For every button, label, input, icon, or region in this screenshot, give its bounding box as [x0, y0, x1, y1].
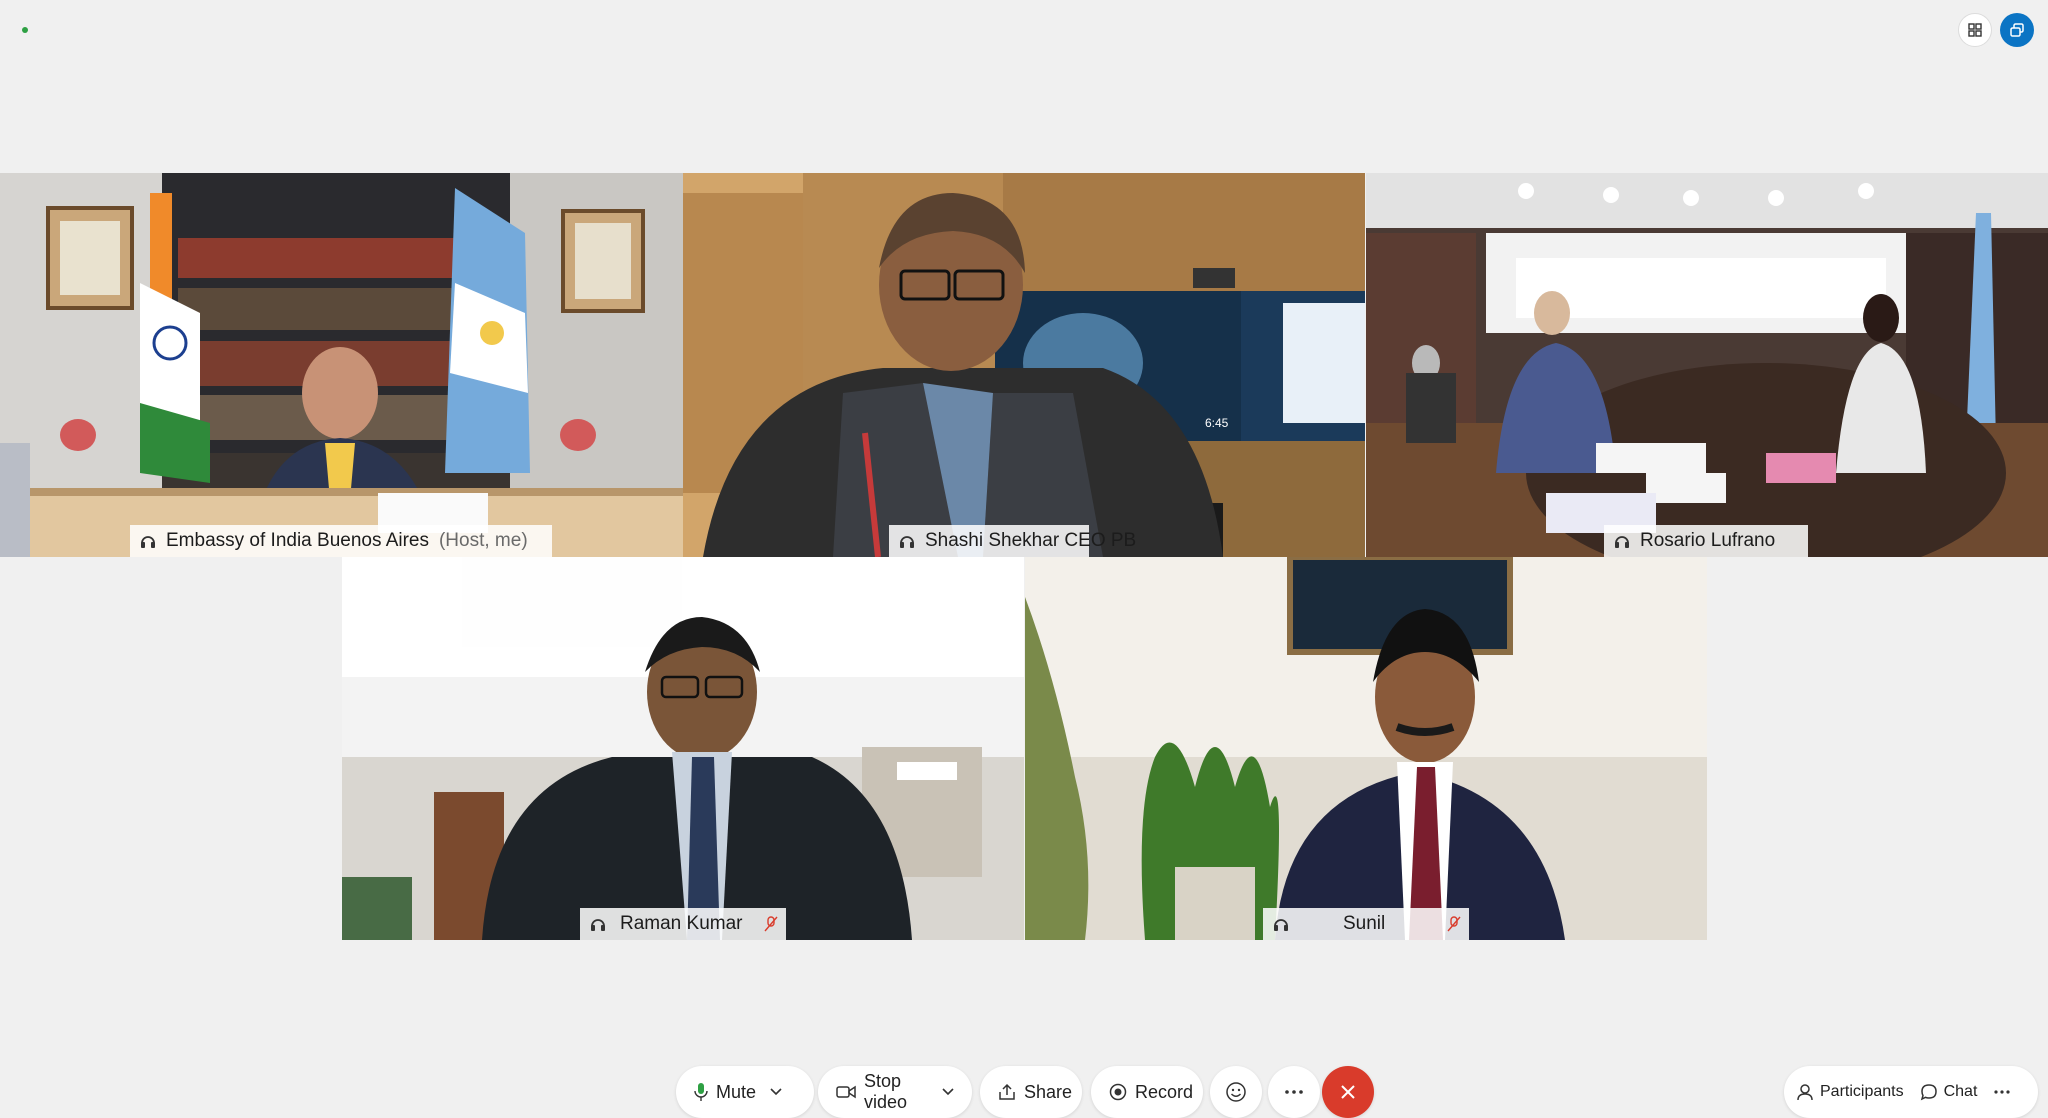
- participant-role: (Host, me): [438, 530, 528, 551]
- participant-name: Shashi Shekhar CEO PB: [925, 530, 1137, 551]
- panel-more-button[interactable]: [1993, 1089, 2011, 1095]
- video-feed-shashi-shekhar: 6:45: [683, 173, 1365, 557]
- participant-name: Sunil: [1343, 913, 1386, 934]
- participant-name-tag: Raman Kumar: [580, 908, 786, 940]
- muted-mic-icon: [764, 916, 778, 932]
- chat-label: Chat: [1943, 1083, 1978, 1100]
- chat-bubble-icon: [1920, 1084, 1937, 1101]
- more-options-button[interactable]: [1268, 1066, 1320, 1118]
- layout-button[interactable]: [1958, 13, 1992, 47]
- participant-name: Raman Kumar: [620, 913, 743, 934]
- record-icon: [1109, 1083, 1127, 1101]
- participant-name-tag: Shashi Shekhar CEO PB: [889, 525, 1136, 557]
- more-dots-icon: [1994, 1090, 2010, 1094]
- video-feed-rosario-lufrano: [1366, 173, 2048, 557]
- audio-connection-icon: [1615, 536, 1629, 548]
- stop-video-button[interactable]: Stop video: [818, 1066, 972, 1118]
- participants-label: Participants: [1820, 1083, 1904, 1100]
- audio-connection-icon: [900, 536, 914, 548]
- video-tile-raman-kumar[interactable]: Raman Kumar: [342, 557, 1024, 940]
- audio-connection-icon: [591, 919, 605, 931]
- tv-clock-readout: 6:45: [1205, 416, 1229, 430]
- status-indicator-dot: [22, 27, 28, 33]
- close-icon: [1341, 1085, 1355, 1099]
- end-meeting-button[interactable]: [1322, 1066, 1374, 1118]
- record-button[interactable]: Record: [1091, 1066, 1203, 1118]
- participant-name: Embassy of India Buenos Aires: [166, 530, 429, 551]
- participant-name-tag: Embassy of India Buenos Aires (Host, me): [130, 525, 552, 557]
- participant-name-tag: Rosario Lufrano: [1604, 525, 1808, 557]
- chat-button[interactable]: Chat: [1920, 1083, 1978, 1101]
- video-feed-sunil: [1025, 557, 1707, 940]
- chevron-down-icon[interactable]: [770, 1088, 782, 1096]
- emoji-smile-icon: [1226, 1082, 1246, 1102]
- person-icon: [1797, 1084, 1813, 1101]
- share-label: Share: [1024, 1081, 1073, 1102]
- video-camera-icon: [836, 1085, 856, 1099]
- share-icon: [999, 1083, 1015, 1100]
- audio-connection-icon: [141, 536, 155, 548]
- video-tile-sunil[interactable]: Sunil: [1025, 557, 1707, 940]
- participants-button[interactable]: Participants: [1796, 1083, 1904, 1101]
- reactions-button[interactable]: [1210, 1066, 1262, 1118]
- video-feed-raman-kumar: [342, 557, 1024, 940]
- video-tile-embassy[interactable]: Embassy of India Buenos Aires (Host, me): [0, 173, 683, 557]
- video-feed-embassy: [0, 173, 683, 557]
- record-label: Record: [1135, 1081, 1194, 1102]
- muted-mic-icon: [1447, 916, 1461, 932]
- audio-connection-icon: [1274, 919, 1288, 931]
- share-button[interactable]: Share: [980, 1066, 1082, 1118]
- mute-label: Mute: [716, 1081, 757, 1102]
- side-panel-controls: Participants Chat: [1784, 1066, 2038, 1118]
- more-dots-icon: [1285, 1090, 1303, 1094]
- stop-video-label: Stop video: [864, 1071, 908, 1112]
- participant-name: Rosario Lufrano: [1640, 530, 1776, 551]
- video-tile-rosario-lufrano[interactable]: Rosario Lufrano: [1366, 173, 2048, 557]
- popout-button[interactable]: [2000, 13, 2034, 47]
- layout-grid-icon: [1968, 23, 1982, 37]
- participant-name-tag: Sunil: [1263, 908, 1469, 940]
- popout-window-icon: [2010, 23, 2024, 37]
- mute-button[interactable]: Mute: [676, 1066, 814, 1118]
- microphone-icon: [694, 1083, 708, 1101]
- video-tile-shashi-shekhar[interactable]: 6:45 Shashi Shekhar CEO PB: [683, 173, 1365, 557]
- chevron-down-icon[interactable]: [942, 1088, 954, 1096]
